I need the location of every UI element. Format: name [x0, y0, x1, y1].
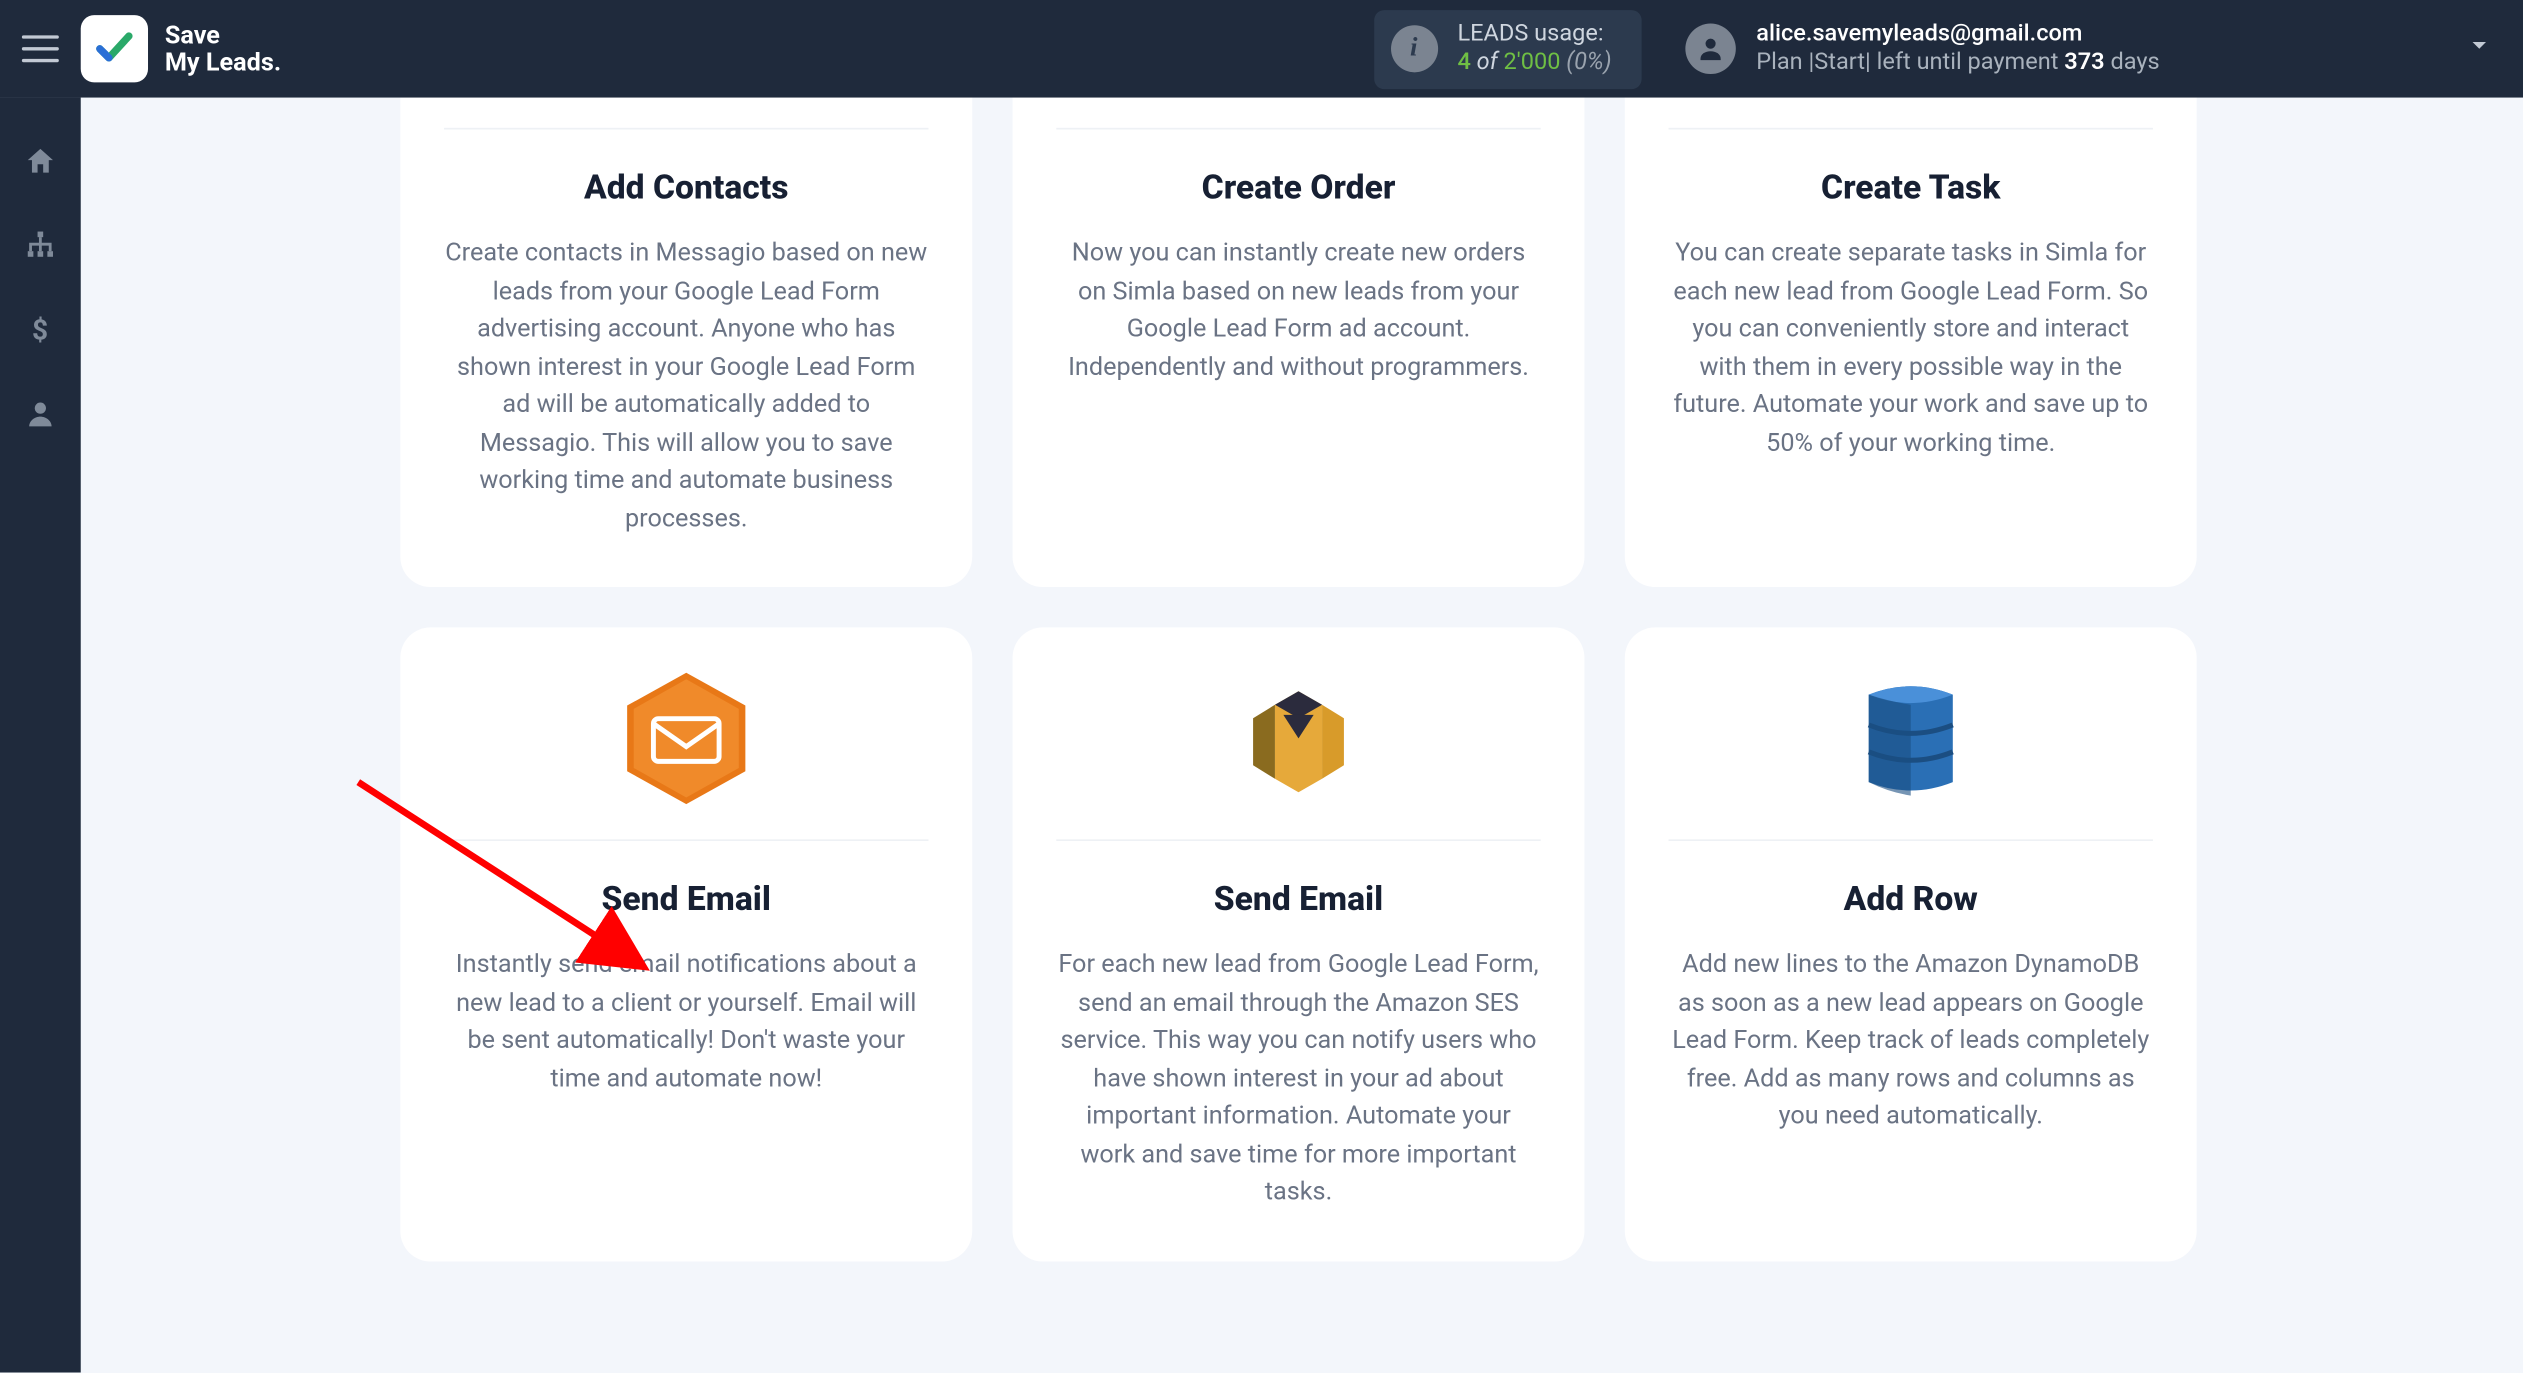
card-divider [444, 839, 928, 841]
integration-card-add-contacts[interactable]: messaggio Add Contacts Create contacts i… [400, 98, 972, 587]
card-title: Create Order [1202, 167, 1396, 207]
card-divider [1056, 839, 1540, 841]
brand-name: Save My Leads. [165, 21, 281, 77]
email-hex-icon [619, 671, 754, 806]
plan-suffix: days [2105, 49, 2160, 76]
menu-toggle-button[interactable] [0, 0, 81, 98]
account-email: alice.savemyleads@gmail.com [1756, 19, 2159, 48]
usage-label: LEADS usage: [1457, 19, 1611, 48]
integration-grid: messaggio Add Contacts Create contacts i… [400, 98, 2196, 1261]
usage-total: 2'000 [1503, 49, 1560, 76]
leads-usage-text: LEADS usage: 4 of 2'000 (0%) [1457, 19, 1611, 78]
card-title: Create Task [1821, 167, 2000, 207]
hamburger-icon [22, 35, 59, 62]
sidebar-item-billing[interactable]: $ [0, 296, 81, 363]
usage-pct: (0%) [1561, 49, 1612, 76]
sidebar-item-account[interactable] [0, 380, 81, 447]
account-menu-button[interactable]: alice.savemyleads@gmail.com Plan |Start|… [1686, 19, 2493, 78]
integration-card-add-row-dynamodb[interactable]: Add Row Add new lines to the Amazon Dyna… [1625, 627, 2197, 1260]
plan-prefix: Plan |Start| left until payment [1756, 49, 2064, 76]
app-header: Save My Leads. i LEADS usage: 4 of 2'000… [0, 0, 2523, 98]
chevron-down-icon [2466, 32, 2493, 66]
info-icon: i [1390, 25, 1437, 72]
main-content: messaggio Add Contacts Create contacts i… [81, 98, 2523, 1373]
sidebar-item-connections[interactable] [0, 212, 81, 279]
integration-card-send-email[interactable]: Send Email Instantly send email notifica… [400, 627, 972, 1260]
card-description: Instantly send email notifications about… [444, 945, 928, 1096]
card-description: You can create separate tasks in Simla f… [1669, 234, 2153, 461]
card-description: Create contacts in Messagio based on new… [444, 234, 928, 537]
brand-line2: My Leads. [165, 49, 281, 77]
sidebar: $ [0, 98, 81, 1373]
card-title: Add Contacts [584, 167, 789, 207]
integration-card-create-order[interactable]: S Create Order Now you can instantly cre… [1013, 98, 1585, 587]
card-divider [444, 128, 928, 130]
plan-days: 373 [2064, 49, 2104, 76]
amazon-ses-icon [1233, 671, 1364, 806]
svg-text:$: $ [32, 313, 48, 346]
integration-card-create-task[interactable]: S Create Task You can create separate ta… [1625, 98, 2197, 587]
card-description: Add new lines to the Amazon DynamoDB as … [1669, 945, 2153, 1134]
brand-line1: Save [165, 21, 281, 49]
card-divider [1056, 128, 1540, 130]
account-info: alice.savemyleads@gmail.com Plan |Start|… [1756, 19, 2159, 78]
usage-of: of [1471, 49, 1504, 76]
card-title: Send Email [602, 878, 771, 918]
card-divider [1669, 128, 2153, 130]
integration-card-send-email-ses[interactable]: Send Email For each new lead from Google… [1013, 627, 1585, 1260]
dynamodb-icon [1845, 671, 1976, 806]
avatar-icon [1686, 24, 1736, 74]
card-title: Add Row [1844, 878, 1978, 918]
leads-usage-widget[interactable]: i LEADS usage: 4 of 2'000 (0%) [1373, 9, 1642, 88]
card-title: Send Email [1214, 878, 1383, 918]
card-description: Now you can instantly create new orders … [1056, 234, 1540, 385]
card-description: For each new lead from Google Lead Form,… [1056, 945, 1540, 1210]
app-logo[interactable] [81, 15, 148, 82]
card-divider [1669, 839, 2153, 841]
usage-used: 4 [1457, 49, 1470, 76]
sidebar-item-home[interactable] [0, 128, 81, 195]
